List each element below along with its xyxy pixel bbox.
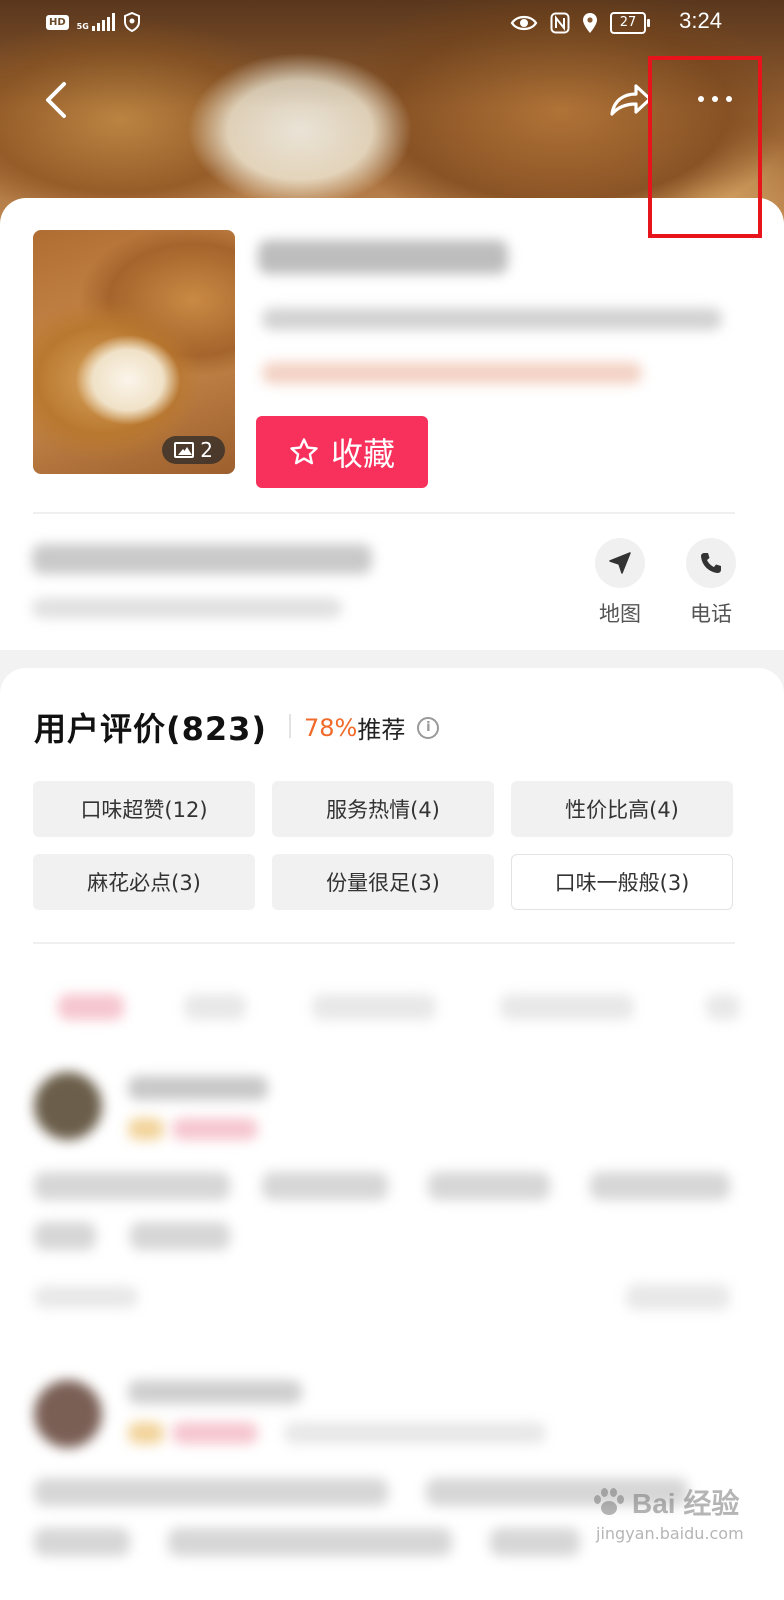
info-icon[interactable]: i bbox=[417, 716, 440, 739]
location-icon bbox=[583, 13, 597, 33]
clock: 3:24 bbox=[679, 8, 722, 33]
blurred-filter-arrow[interactable] bbox=[706, 994, 740, 1020]
hd-badge: HD bbox=[46, 14, 69, 30]
review-tag[interactable]: 份量很足(3) bbox=[272, 854, 494, 910]
battery-icon: 27 bbox=[610, 12, 650, 34]
recommend-rate: 78% 推荐 i bbox=[304, 710, 440, 745]
nfc-icon bbox=[550, 12, 570, 34]
watermark-brand: Bai 经验 bbox=[632, 1488, 740, 1519]
signal-icon: 5G bbox=[77, 13, 115, 31]
avatar[interactable] bbox=[34, 1380, 102, 1448]
blurred-review-text bbox=[428, 1172, 550, 1200]
blurred-review-text bbox=[34, 1222, 96, 1250]
chevron-left-icon bbox=[46, 82, 66, 118]
blurred-address bbox=[32, 544, 372, 574]
blurred-filter-tab[interactable] bbox=[58, 994, 124, 1020]
navigation-arrow-icon bbox=[609, 552, 631, 574]
eye-icon bbox=[510, 15, 538, 31]
map-label: 地图 bbox=[599, 602, 641, 626]
blurred-review-text bbox=[490, 1528, 580, 1556]
vpn-shield-icon bbox=[123, 12, 140, 32]
phone-button[interactable]: 电话 bbox=[671, 538, 751, 628]
recommend-label: 推荐 bbox=[357, 716, 406, 744]
blurred-username bbox=[128, 1380, 302, 1404]
blurred-filter-tab[interactable] bbox=[184, 994, 246, 1020]
image-icon bbox=[174, 442, 195, 458]
blurred-shop-promo bbox=[262, 362, 642, 384]
avatar[interactable] bbox=[34, 1072, 102, 1140]
blurred-shop-meta bbox=[262, 308, 722, 330]
more-dots-icon bbox=[690, 86, 740, 102]
review-tag[interactable]: 口味超赞(12) bbox=[33, 781, 255, 837]
back-button[interactable] bbox=[38, 80, 78, 120]
divider bbox=[33, 512, 735, 514]
reviews-title: 用户评价(823) bbox=[34, 710, 268, 748]
star-outline-icon bbox=[290, 438, 318, 465]
blurred-rating bbox=[172, 1118, 258, 1140]
blurred-rating bbox=[172, 1422, 258, 1444]
more-button[interactable] bbox=[690, 86, 740, 116]
blurred-review-text bbox=[34, 1528, 130, 1556]
recommend-percent: 78% bbox=[304, 713, 358, 742]
baidu-paw-icon bbox=[592, 1487, 626, 1517]
review-tag[interactable]: 麻花必点(3) bbox=[33, 854, 255, 910]
photo-count: 2 bbox=[200, 438, 213, 462]
blurred-level-badge bbox=[128, 1118, 164, 1140]
phone-label: 电话 bbox=[690, 602, 732, 626]
baidu-jingyan-watermark: Bai 经验 jingyan.baidu.com bbox=[592, 1482, 744, 1543]
blurred-level-badge bbox=[128, 1422, 164, 1444]
share-arrow-icon bbox=[610, 84, 652, 116]
blurred-review-text bbox=[168, 1528, 452, 1556]
favorite-label: 收藏 bbox=[330, 435, 395, 473]
blurred-address-detail bbox=[32, 598, 342, 618]
blurred-review-text bbox=[34, 1172, 230, 1200]
reviews-section: 用户评价(823) 78% 推荐 i 口味超赞(12) 服务热情(4) 性价比高… bbox=[0, 668, 784, 1600]
review-tag[interactable]: 性价比高(4) bbox=[511, 781, 733, 837]
blurred-filter-tab[interactable] bbox=[500, 994, 634, 1020]
blurred-filter-tab[interactable] bbox=[312, 994, 436, 1020]
blurred-review-text bbox=[34, 1478, 388, 1506]
divider bbox=[33, 942, 735, 944]
blurred-review-meta bbox=[284, 1422, 546, 1444]
watermark-url: jingyan.baidu.com bbox=[596, 1524, 744, 1543]
shop-thumbnail[interactable]: 2 bbox=[33, 230, 235, 474]
map-button[interactable]: 地图 bbox=[580, 538, 660, 628]
review-tag[interactable]: 口味一般般(3) bbox=[511, 854, 733, 910]
review-tag[interactable]: 服务热情(4) bbox=[272, 781, 494, 837]
status-bar: HD 5G 27 3:24 bbox=[0, 0, 784, 48]
blurred-shop-name bbox=[258, 240, 508, 274]
favorite-button[interactable]: 收藏 bbox=[256, 416, 428, 488]
title-separator bbox=[289, 714, 291, 738]
blurred-review-text bbox=[130, 1222, 230, 1250]
blurred-review-text bbox=[262, 1172, 388, 1200]
blurred-review-date bbox=[34, 1286, 138, 1308]
blurred-review-text bbox=[590, 1172, 730, 1200]
blurred-review-action[interactable] bbox=[626, 1284, 730, 1310]
shop-info-card: 2 收藏 地图 电话 bbox=[0, 198, 784, 650]
phone-icon bbox=[701, 553, 721, 573]
blurred-username bbox=[128, 1076, 268, 1100]
photo-count-badge: 2 bbox=[162, 436, 225, 464]
share-button[interactable] bbox=[608, 80, 654, 120]
